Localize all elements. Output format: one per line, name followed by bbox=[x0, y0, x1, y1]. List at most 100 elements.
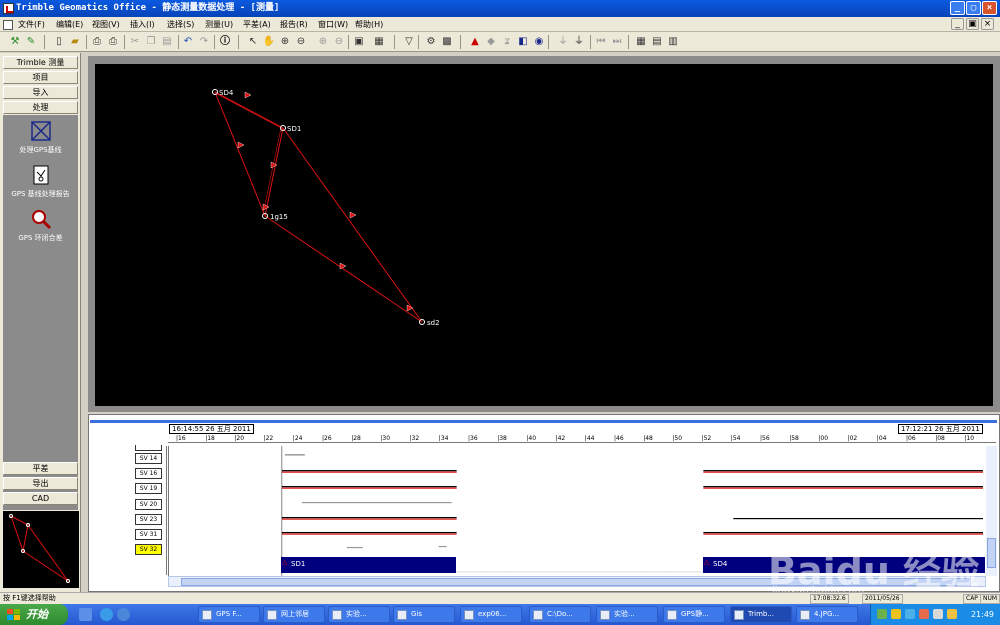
table-icon[interactable]: ▦ bbox=[634, 35, 648, 49]
undo-icon[interactable]: ↶ bbox=[181, 35, 195, 49]
security-shield-icon[interactable] bbox=[947, 609, 957, 619]
filter-icon[interactable]: ▽ bbox=[402, 35, 416, 49]
antenna-icon[interactable]: ⏚ bbox=[556, 35, 570, 49]
browser-icon[interactable] bbox=[117, 608, 130, 621]
table-columns-icon[interactable]: ▤ bbox=[650, 35, 664, 49]
task-exp06[interactable]: exp06... bbox=[460, 606, 522, 623]
menu-file[interactable]: 文件(F) bbox=[18, 19, 45, 30]
zoom-in-icon[interactable]: ⊕ bbox=[278, 35, 292, 49]
document-icon bbox=[332, 610, 342, 620]
info-icon[interactable]: ⓘ bbox=[218, 35, 232, 49]
show-desktop-icon[interactable] bbox=[79, 608, 92, 621]
sidebar-button-project[interactable]: 项目 bbox=[3, 71, 78, 84]
pencil-icon[interactable]: ✎ bbox=[24, 35, 38, 49]
tray-icon[interactable] bbox=[919, 609, 929, 619]
menu-edit[interactable]: 编辑(E) bbox=[56, 19, 83, 30]
menu-insert[interactable]: 插入(I) bbox=[130, 19, 155, 30]
satellite-sv14[interactable]: SV 14 bbox=[135, 453, 162, 464]
overview-minimap[interactable] bbox=[3, 511, 79, 588]
close-button[interactable]: × bbox=[982, 1, 997, 15]
menu-report[interactable]: 报告(R) bbox=[280, 19, 308, 30]
pan-hand-icon[interactable]: ✋ bbox=[262, 35, 276, 49]
volume-icon[interactable] bbox=[933, 609, 943, 619]
zoom-window-icon[interactable]: ⊕ bbox=[316, 35, 330, 49]
copy-icon[interactable]: ❐ bbox=[144, 35, 158, 49]
task-gps-static[interactable]: GPS静... bbox=[663, 606, 725, 623]
task-gis[interactable]: Gis bbox=[393, 606, 455, 623]
task-gps-f[interactable]: GPS F... bbox=[198, 606, 260, 623]
plan-view-icon[interactable]: ▣ bbox=[352, 35, 366, 49]
minimize-button[interactable]: _ bbox=[950, 1, 965, 15]
menu-select[interactable]: 选择(S) bbox=[167, 19, 194, 30]
sidebar-button-export[interactable]: 导出 bbox=[3, 477, 78, 490]
tray-icon[interactable] bbox=[905, 609, 915, 619]
title-bar[interactable]: Trimble Geomatics Office - 静态测量数据处理 - [测… bbox=[0, 0, 1000, 17]
timeline-vertical-scrollbar[interactable] bbox=[986, 446, 997, 576]
cut-icon[interactable]: ✂ bbox=[128, 35, 142, 49]
child-close-button[interactable]: × bbox=[981, 18, 994, 30]
trimble-app-icon[interactable] bbox=[3, 3, 14, 14]
sidebar-button-trimble-survey[interactable]: Trimble 测量 bbox=[3, 56, 78, 69]
table-rows-icon[interactable]: ▥ bbox=[666, 35, 680, 49]
survey-map-canvas[interactable]: SD4 SD1 1g15 sd2 bbox=[95, 64, 993, 406]
sidebar-button-import[interactable]: 导入 bbox=[3, 86, 78, 99]
child-restore-button[interactable]: ▣ bbox=[966, 18, 979, 30]
redo-icon[interactable]: ↷ bbox=[197, 35, 211, 49]
select-arrow-icon[interactable]: ↖ bbox=[246, 35, 260, 49]
first-record-icon[interactable]: ⏮ bbox=[594, 35, 608, 49]
task-trimble[interactable]: Trimb... bbox=[730, 606, 792, 623]
task-experiment-1[interactable]: 实验... bbox=[328, 606, 390, 623]
sidebar-button-process[interactable]: 处理 bbox=[3, 101, 78, 114]
grid-view-icon[interactable]: ▦ bbox=[372, 35, 386, 49]
baseline-icon[interactable]: ◧ bbox=[516, 35, 530, 49]
menu-adjust[interactable]: 平差(A) bbox=[243, 19, 271, 30]
control-point-triangle-icon[interactable]: ▲ bbox=[468, 35, 482, 49]
target-icon[interactable]: ◉ bbox=[532, 35, 546, 49]
satellite-sv16[interactable]: SV 16 bbox=[135, 468, 162, 479]
child-minimize-button[interactable]: _ bbox=[951, 18, 964, 30]
document-icon[interactable] bbox=[3, 20, 13, 30]
image-icon[interactable]: ▩ bbox=[440, 35, 454, 49]
scroll-thumb[interactable] bbox=[987, 538, 996, 568]
diamond-icon[interactable]: ◆ bbox=[484, 35, 498, 49]
print-icon[interactable]: ⎙ bbox=[90, 35, 104, 49]
clock[interactable]: 21:49 bbox=[971, 604, 994, 625]
start-button[interactable]: 开始 bbox=[0, 604, 68, 625]
new-file-icon[interactable]: ▯ bbox=[52, 35, 66, 49]
time-tick: |56 bbox=[760, 435, 770, 442]
sidebar-button-cad[interactable]: CAD bbox=[3, 492, 78, 505]
satellite-sv23[interactable]: SV 23 bbox=[135, 514, 162, 525]
tool-gps-baseline-report[interactable]: GPS 基线处理报告 bbox=[3, 164, 78, 199]
survey-point-sd2[interactable]: sd2 bbox=[419, 319, 440, 327]
settings-gear-icon[interactable]: ⚙ bbox=[424, 35, 438, 49]
survey-wizard-icon[interactable]: ⚒ bbox=[8, 35, 22, 49]
internet-explorer-icon[interactable] bbox=[100, 608, 113, 621]
satellite-sv19[interactable]: SV 19 bbox=[135, 483, 162, 494]
antenna-settings-icon[interactable]: ⏚ bbox=[572, 35, 586, 49]
task-4-jpg[interactable]: 4.JPG... bbox=[796, 606, 858, 623]
satellite-sv32[interactable]: SV 32 bbox=[135, 544, 162, 555]
menu-window[interactable]: 窗口(W) bbox=[318, 19, 348, 30]
tool-process-gps-baselines[interactable]: 处理GPS基线 bbox=[3, 120, 78, 155]
menu-survey[interactable]: 测量(U) bbox=[205, 19, 233, 30]
satellite-sv31[interactable]: SV 31 bbox=[135, 529, 162, 540]
zoom-previous-icon[interactable]: ⊖ bbox=[332, 35, 346, 49]
sidebar-button-adjustment[interactable]: 平差 bbox=[3, 462, 78, 475]
menu-view[interactable]: 视图(V) bbox=[92, 19, 120, 30]
menu-help[interactable]: 帮助(H) bbox=[355, 19, 383, 30]
task-c-drive-folder[interactable]: C:\Do... bbox=[529, 606, 591, 623]
restore-button[interactable]: ▢ bbox=[966, 1, 981, 15]
satellite-sv20[interactable]: SV 20 bbox=[135, 499, 162, 510]
task-network-places[interactable]: 网上邻居 bbox=[263, 606, 325, 623]
last-record-icon[interactable]: ⏭ bbox=[610, 35, 624, 49]
print-preview-icon[interactable]: ⎙ bbox=[106, 35, 120, 49]
curve-icon[interactable]: ʑ bbox=[500, 35, 514, 49]
station-bar-sd1[interactable]: △ SD1 bbox=[281, 557, 456, 573]
tray-icon[interactable] bbox=[877, 609, 887, 619]
tray-icon[interactable] bbox=[891, 609, 901, 619]
task-experiment-2[interactable]: 实验... bbox=[596, 606, 658, 623]
open-folder-icon[interactable]: ▰ bbox=[68, 35, 82, 49]
zoom-out-icon[interactable]: ⊖ bbox=[294, 35, 308, 49]
tool-gps-loop-closure[interactable]: GPS 环闭合差 bbox=[3, 208, 78, 243]
paste-icon[interactable]: ▤ bbox=[160, 35, 174, 49]
